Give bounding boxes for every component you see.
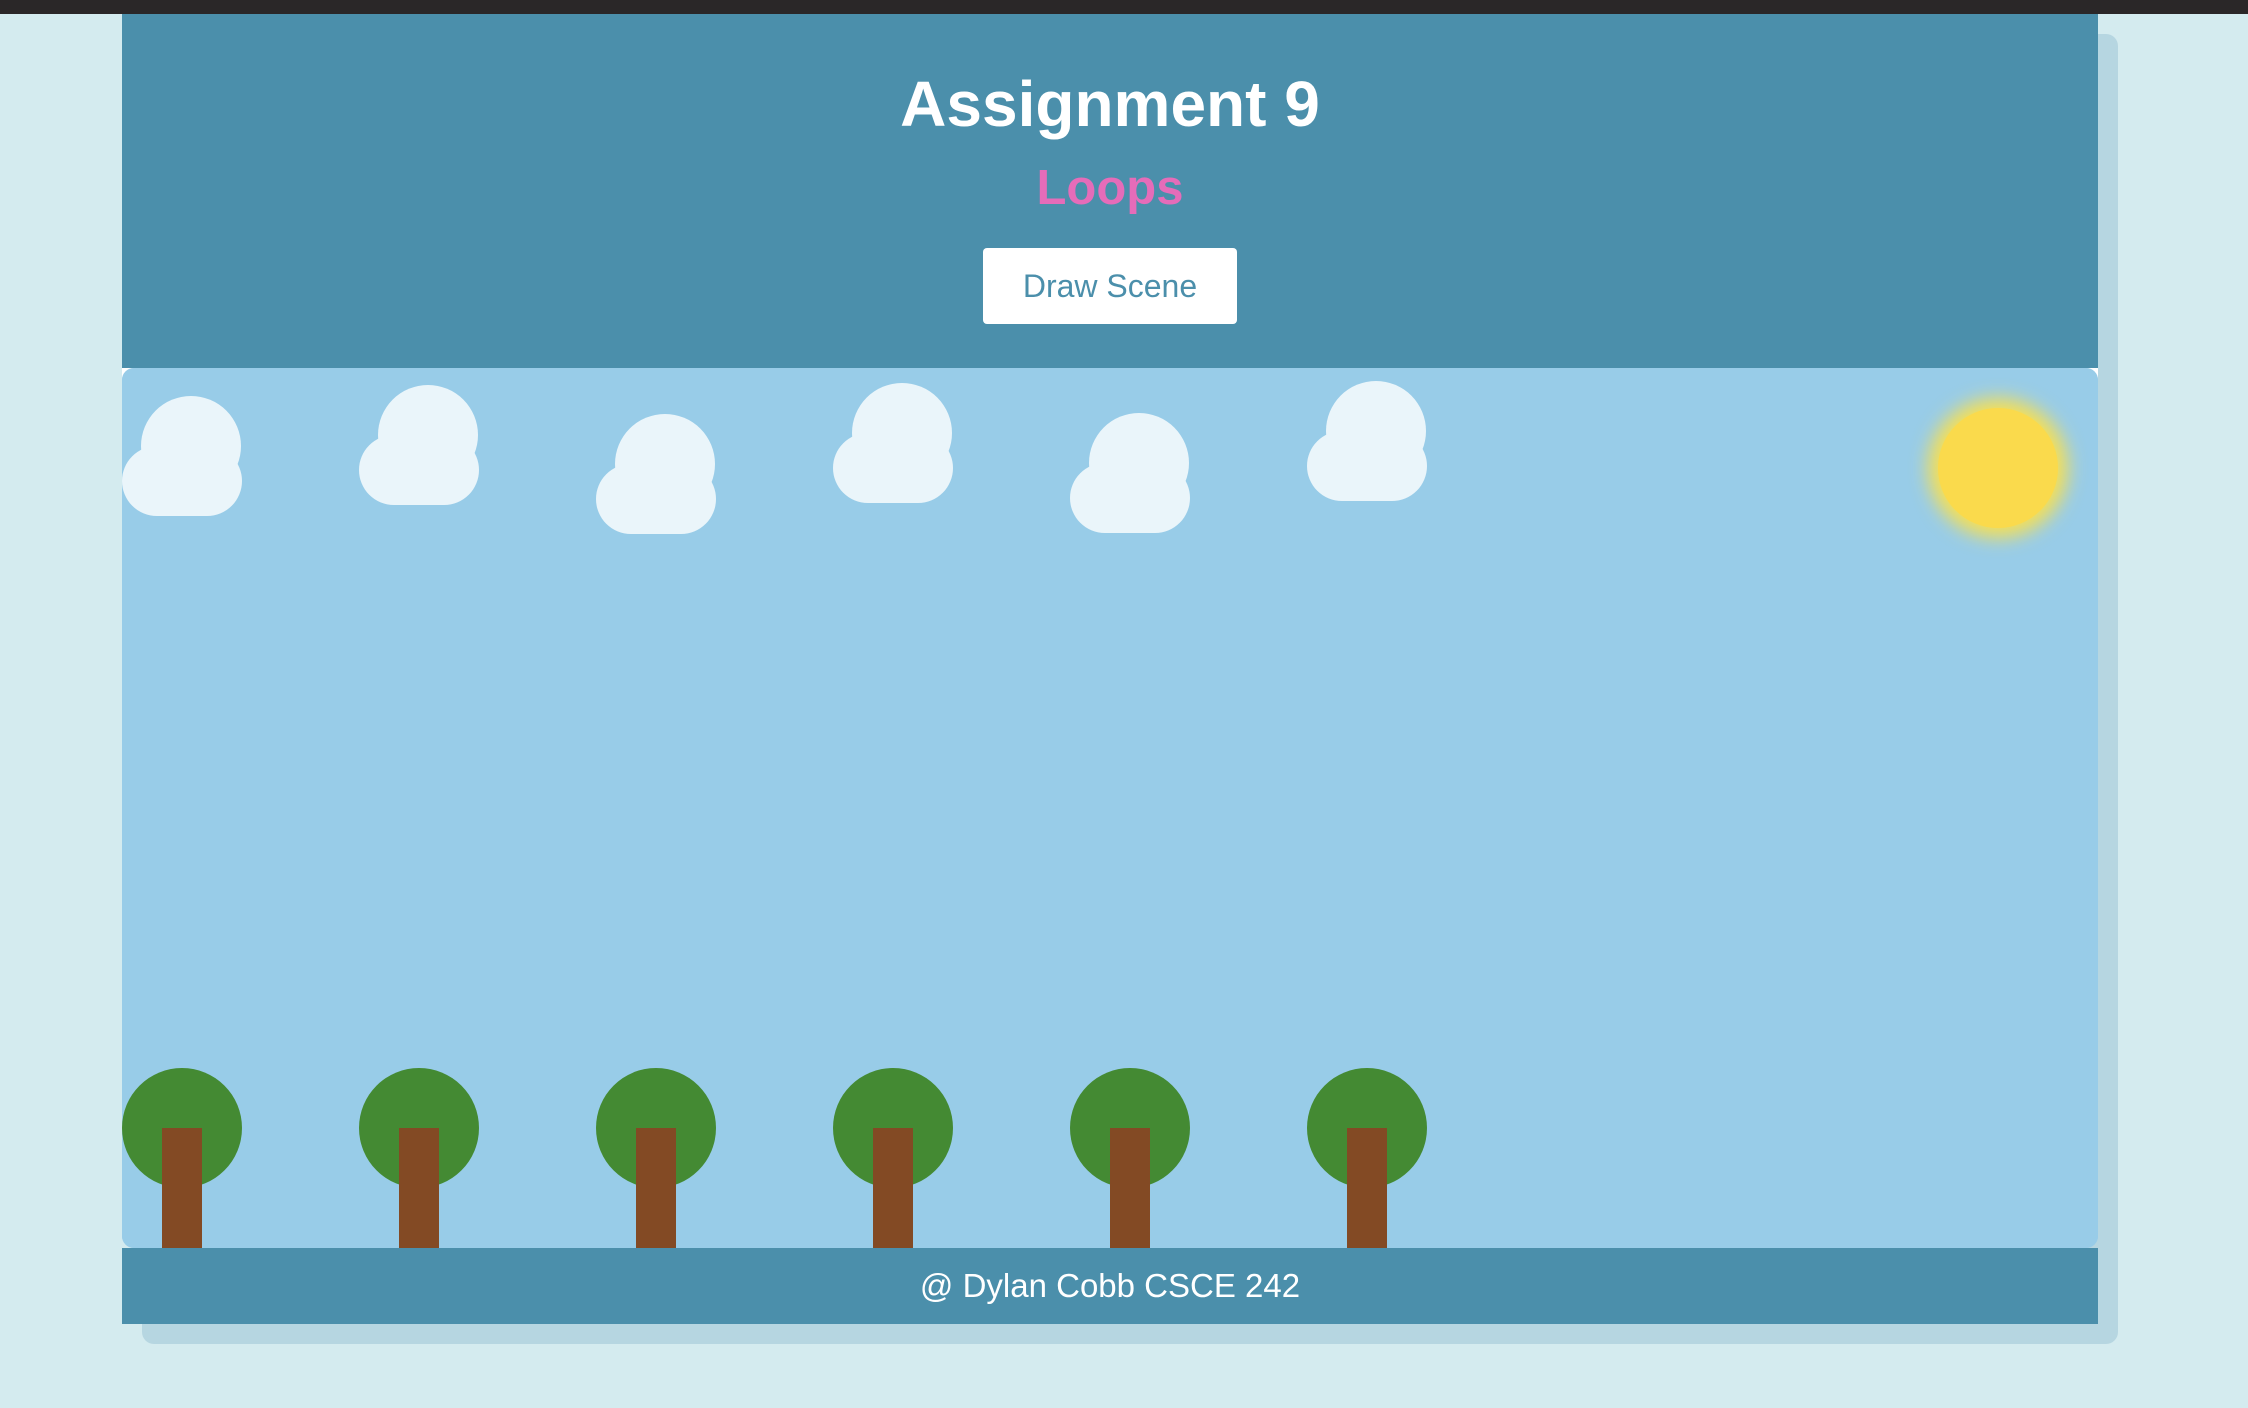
cloud-base — [359, 435, 479, 505]
sun-disc — [1938, 408, 2058, 528]
cloud-base — [833, 433, 953, 503]
tree-trunk — [162, 1128, 202, 1248]
browser-top-strip — [0, 0, 2248, 14]
tree-trunk — [1110, 1128, 1150, 1248]
scene-canvas — [122, 368, 2098, 1248]
cloud-base — [122, 446, 242, 516]
cloud-base — [596, 464, 716, 534]
page-subtitle: Loops — [1036, 161, 1184, 215]
draw-scene-button[interactable]: Draw Scene — [983, 248, 1237, 324]
scene-drawing — [122, 368, 2098, 1248]
tree-trunk — [873, 1128, 913, 1248]
tree-trunk — [636, 1128, 676, 1248]
assignment-card: Assignment 9 Loops Draw Scene @ Dylan Co… — [122, 14, 2098, 1324]
cloud-base — [1307, 431, 1427, 501]
cloud-base — [1070, 463, 1190, 533]
tree-trunk — [399, 1128, 439, 1248]
page-footer: @ Dylan Cobb CSCE 242 — [122, 1248, 2098, 1324]
tree-trunk — [1347, 1128, 1387, 1248]
sun — [1928, 398, 2068, 538]
page-header: Assignment 9 Loops Draw Scene — [122, 14, 2098, 368]
page-title: Assignment 9 — [900, 68, 1320, 140]
